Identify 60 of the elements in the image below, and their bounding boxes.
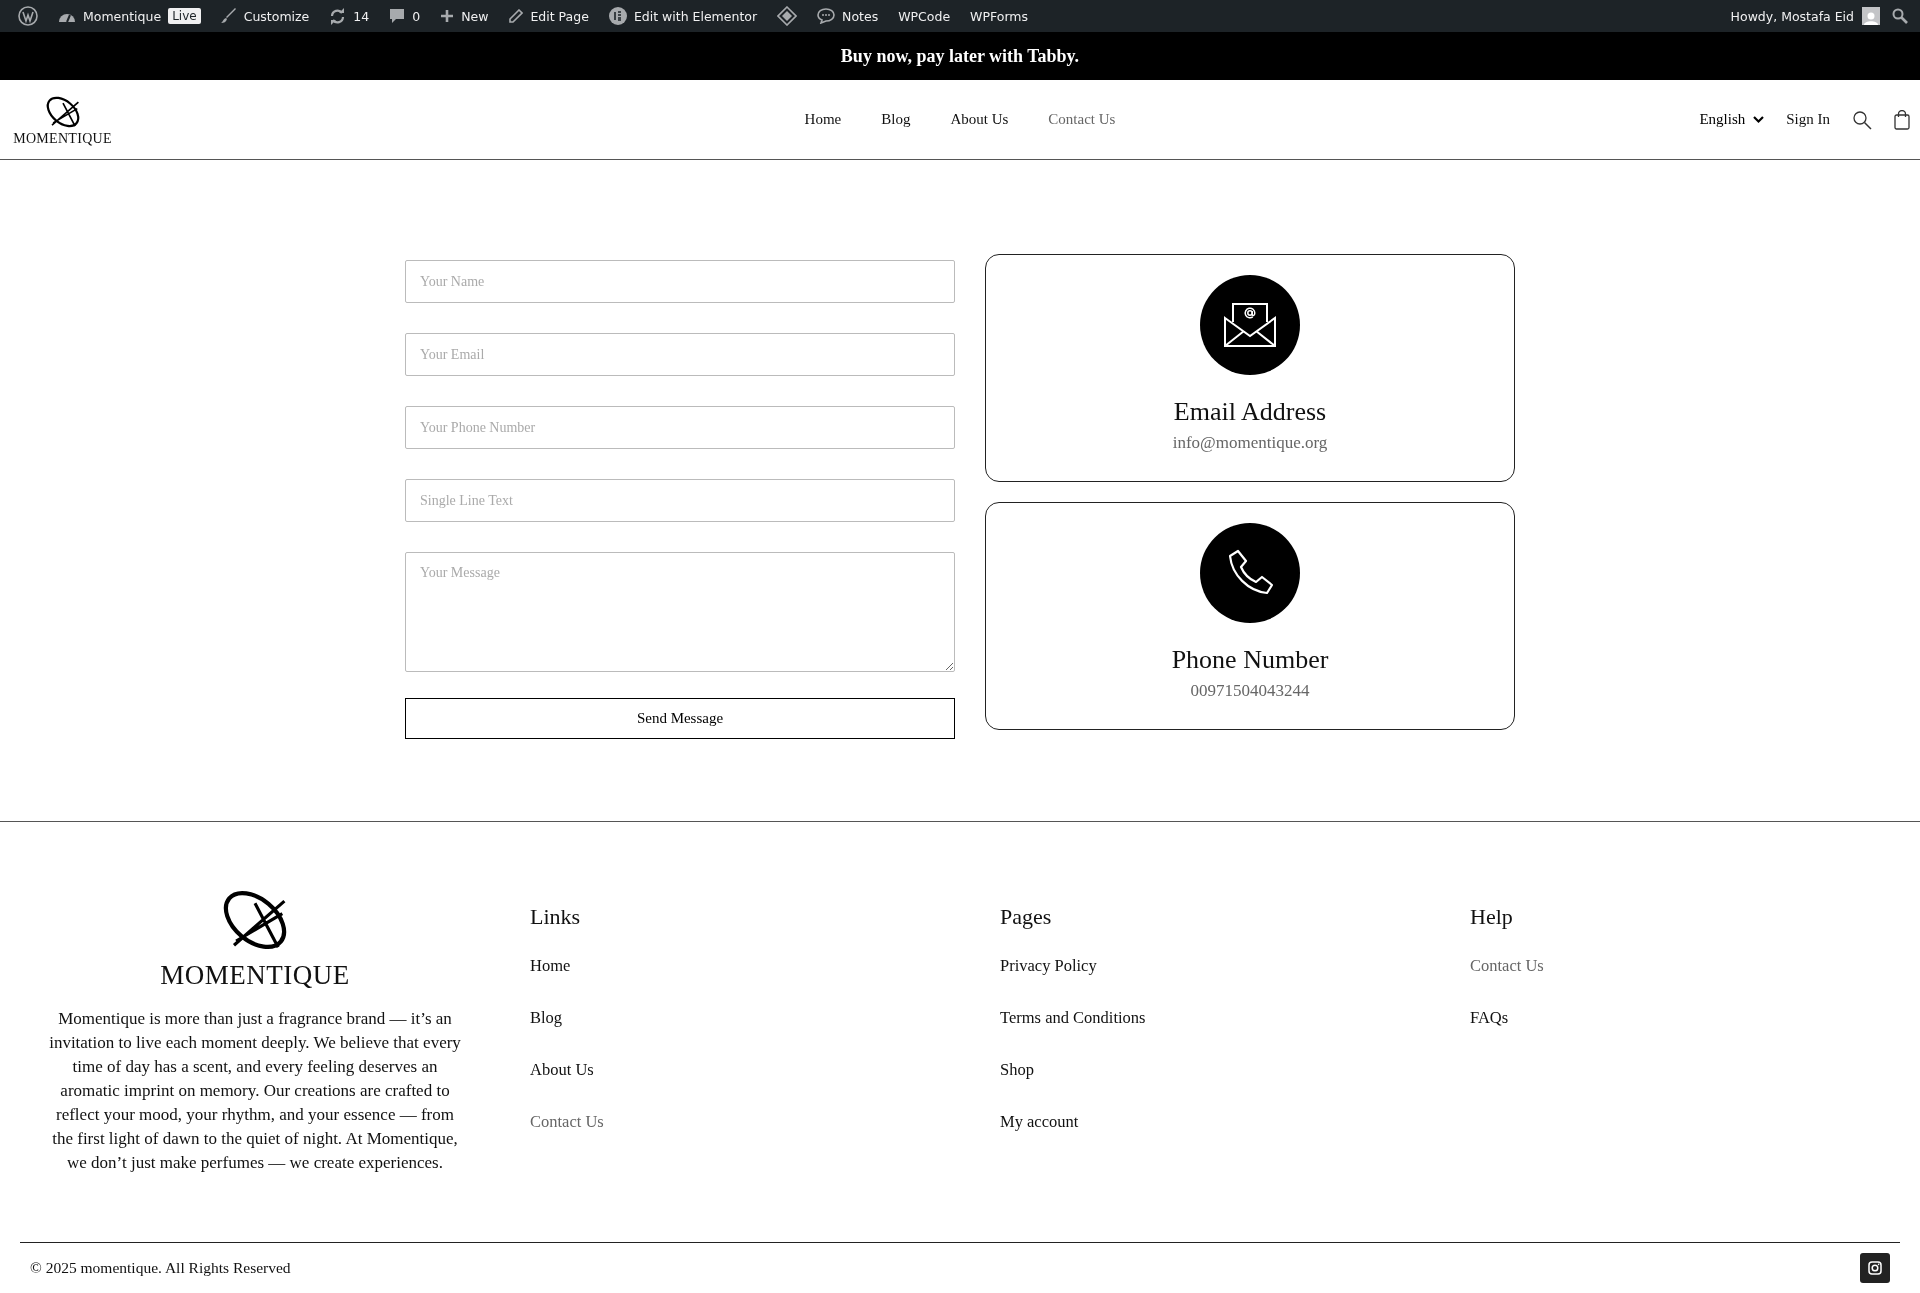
footer-heading: Pages [1000, 904, 1053, 930]
admin-bar-link[interactable]: Notes [807, 0, 889, 32]
instagram-icon[interactable] [1860, 1253, 1890, 1283]
brand-description: Momentique is more than just a fragrance brand — it’s an invitation to live each moment deeply. We believe that every time of day has a scent, and every feeling deserves an aromatic imprint on memory. Our creations are crafted to reflect your mood, your rhythm, and your essence — from the first light of dawn to the quiet of night. At Momentique, we don’t just make perfumes — we create experiences. [48, 1007, 462, 1174]
footer-link[interactable]: Shop [1000, 1060, 1034, 1080]
admin-bar-link[interactable]: Momentique Live [48, 0, 211, 32]
footer-heading: Help [1470, 904, 1514, 930]
footer-link[interactable]: Blog [530, 1008, 563, 1028]
input-field[interactable]: Your Name [405, 260, 955, 303]
admin-bar-link[interactable]: 0 [379, 0, 431, 32]
input-field[interactable]: Single Line Text [405, 479, 955, 522]
language-selector[interactable]: English [1699, 111, 1765, 128]
footer-link[interactable]: Home [530, 956, 571, 976]
admin-bar-link[interactable]: Customize [210, 0, 320, 32]
footer-link[interactable]: Privacy Policy [1000, 956, 1097, 976]
chevron-down-icon [1753, 115, 1765, 124]
card-title: Phone Number [1171, 645, 1329, 675]
card-value[interactable]: 00971504043244 [1190, 681, 1310, 701]
pencil-icon [508, 8, 524, 24]
nav-link[interactable]: About Us [950, 111, 1009, 128]
message-field[interactable]: Your Message [405, 552, 955, 672]
nav-link[interactable]: Home [804, 111, 842, 128]
footer-heading: Links [530, 904, 582, 930]
search-icon[interactable] [1892, 8, 1908, 24]
admin-bar-link[interactable]: New [430, 0, 499, 32]
footer-link[interactable]: FAQs [1470, 1008, 1509, 1028]
admin-bar-link[interactable]: 14 [319, 0, 380, 32]
input-field[interactable]: Your Email [405, 333, 955, 376]
diamond-icon[interactable] [777, 6, 798, 26]
footer-link[interactable]: My account [1000, 1112, 1079, 1132]
wordpress-logo-icon[interactable] [18, 6, 38, 26]
live-badge: Live [168, 8, 201, 24]
refresh-icon [329, 7, 347, 25]
send-message-button[interactable]: Send Message [405, 698, 955, 739]
footer-link[interactable]: Contact Us [1470, 956, 1544, 976]
plus-icon [440, 9, 455, 23]
footer-logo-text: MOMENTIQUE [160, 959, 350, 991]
comment-bubble-icon [389, 8, 406, 24]
promo-text: Buy now, pay later with Tabby. [840, 45, 1080, 67]
admin-bar-link[interactable]: WPCode [888, 0, 961, 32]
user-greeting[interactable]: Howdy, Mostafa Eid [1730, 8, 1854, 24]
copyright-text: © 2025 momentique. All Rights Reserved [30, 1259, 291, 1277]
admin-bar-link[interactable]: WPForms [960, 0, 1038, 32]
footer-link[interactable]: Terms and Conditions [1000, 1008, 1146, 1028]
nav-link[interactable]: Contact Us [1048, 111, 1116, 128]
brush-icon [220, 8, 237, 24]
elementor-icon [608, 7, 627, 25]
input-field[interactable]: Your Phone Number [405, 406, 955, 449]
speech-bubble-icon [817, 8, 836, 24]
admin-bar-link[interactable]: Edit with Elementor [598, 0, 768, 32]
nav-link[interactable]: Blog [881, 111, 911, 128]
card-value[interactable]: info@momentique.org [1172, 433, 1328, 453]
shopping-bag-icon[interactable] [1894, 109, 1910, 130]
search-icon[interactable] [1852, 109, 1872, 130]
footer-link[interactable]: Contact Us [530, 1112, 604, 1132]
logo-text[interactable]: MOMENTIQUE [13, 130, 112, 147]
footer-link[interactable]: About Us [530, 1060, 594, 1080]
sign-in-link[interactable]: Sign In [1786, 111, 1830, 128]
admin-bar-link[interactable]: Edit Page [498, 0, 599, 32]
card-title: Email Address [1173, 397, 1327, 427]
